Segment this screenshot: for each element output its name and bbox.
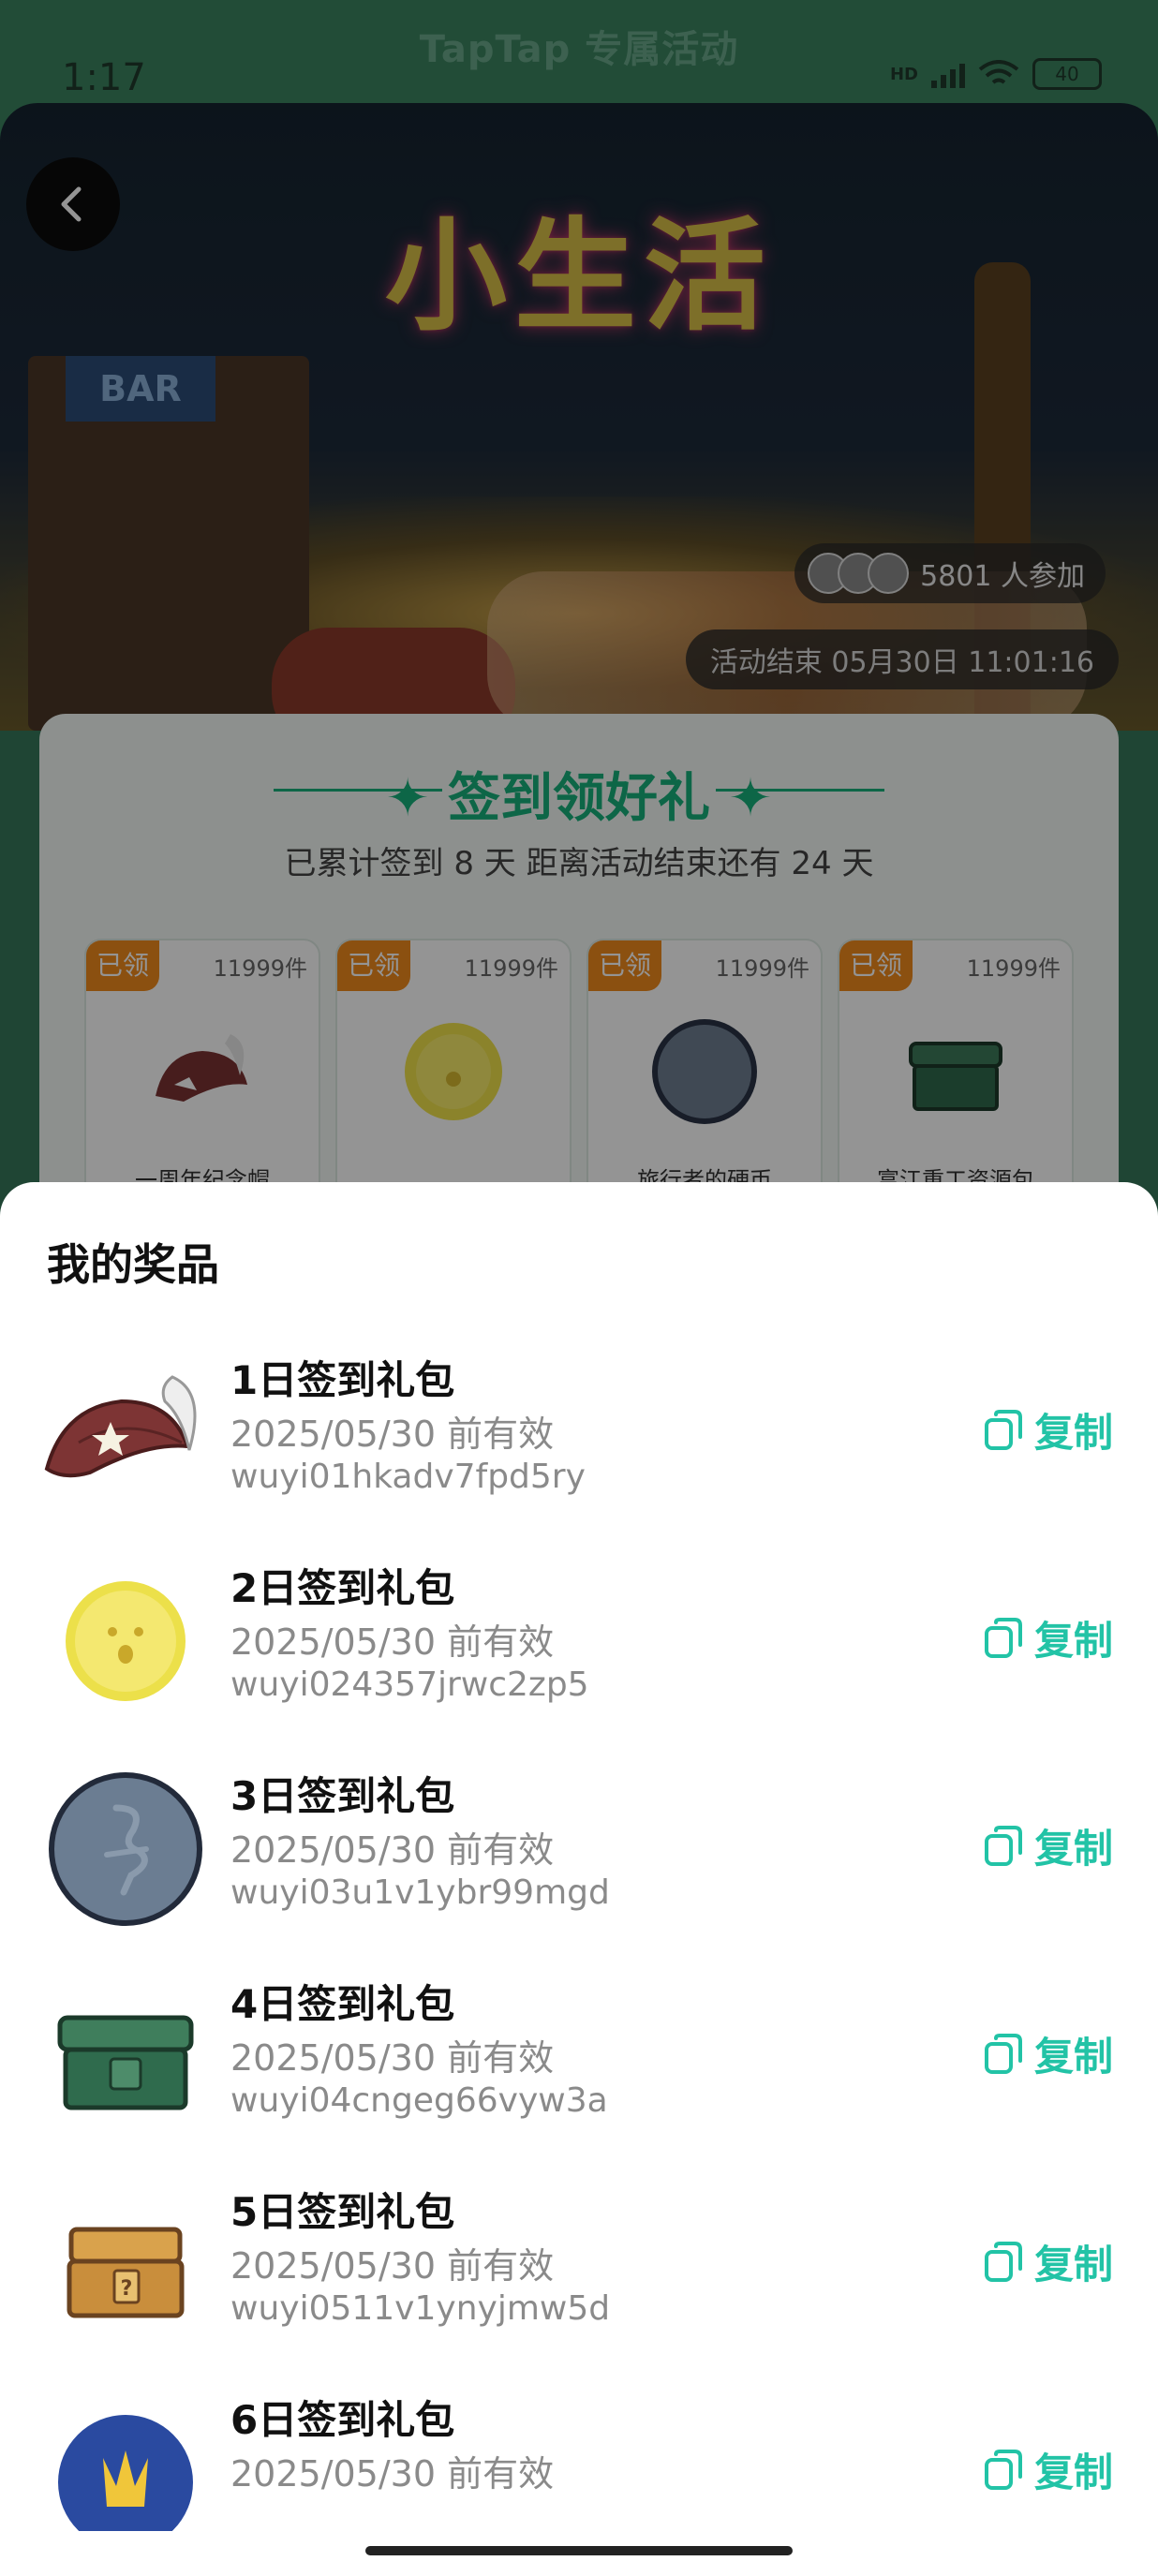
copy-icon — [984, 1409, 1022, 1450]
copy-button[interactable]: 复制 — [984, 1817, 1113, 1874]
copy-label: 复制 — [1033, 2242, 1113, 2287]
copy-button[interactable]: 复制 — [984, 2025, 1113, 2082]
home-indicator[interactable] — [365, 2546, 793, 2555]
svg-text:?: ? — [121, 2277, 133, 2301]
copy-button[interactable]: 复制 — [984, 1401, 1113, 1458]
prize-validity: 2025/05/30 前有效 — [230, 2453, 555, 2495]
prize-validity: 2025/05/30 前有效 — [230, 1414, 555, 1455]
hat-icon — [44, 1375, 197, 1478]
copy-label: 复制 — [1033, 1618, 1113, 1664]
prize-item: 2日签到礼包 2025/05/30 前有效 wuyi024357jrwc2zp5… — [0, 1538, 1158, 1746]
copy-button[interactable]: 复制 — [984, 2441, 1113, 2498]
copy-button[interactable]: 复制 — [984, 2233, 1113, 2290]
copy-icon — [984, 2241, 1022, 2282]
gold-coin-icon — [66, 1581, 186, 1701]
prize-code: wuyi0511v1ynyjmw5d — [230, 2289, 611, 2328]
copy-icon — [984, 2449, 1022, 2490]
prize-validity: 2025/05/30 前有效 — [230, 1829, 555, 1871]
prize-item: 1日签到礼包 2025/05/30 前有效 wuyi01hkadv7fpd5ry… — [0, 1330, 1158, 1538]
treasure-box-icon: ? — [67, 2227, 185, 2318]
green-chest-icon — [57, 2015, 194, 2110]
copy-button[interactable]: 复制 — [984, 1609, 1113, 1666]
copy-label: 复制 — [1033, 1826, 1113, 1872]
prize-validity: 2025/05/30 前有效 — [230, 2245, 555, 2287]
prize-item: 6日签到礼包 2025/05/30 前有效 复制 — [0, 2370, 1158, 2531]
prize-name: 6日签到礼包 — [230, 2397, 455, 2443]
prize-item: ? 5日签到礼包 2025/05/30 前有效 wuyi0511v1ynyjmw… — [0, 2162, 1158, 2370]
prize-code: wuyi04cngeg66vyw3a — [230, 2081, 608, 2120]
copy-icon — [984, 1825, 1022, 1866]
silver-coin-icon — [49, 1772, 202, 1926]
prize-name: 4日签到礼包 — [230, 1981, 455, 2027]
prize-validity: 2025/05/30 前有效 — [230, 1621, 555, 1663]
copy-label: 复制 — [1033, 2450, 1113, 2495]
prize-code: wuyi01hkadv7fpd5ry — [230, 1458, 586, 1496]
copy-icon — [984, 1617, 1022, 1658]
prize-code: wuyi024357jrwc2zp5 — [230, 1666, 589, 1704]
prize-name: 3日签到礼包 — [230, 1773, 455, 1819]
copy-label: 复制 — [1033, 1410, 1113, 1456]
prize-item: 4日签到礼包 2025/05/30 前有效 wuyi04cngeg66vyw3a… — [0, 1954, 1158, 2162]
copy-icon — [984, 2033, 1022, 2074]
prize-code: wuyi03u1v1ybr99mgd — [230, 1873, 610, 1912]
prize-item: 3日签到礼包 2025/05/30 前有效 wuyi03u1v1ybr99mgd… — [0, 1746, 1158, 1954]
prize-name: 1日签到礼包 — [230, 1357, 455, 1403]
prize-name: 5日签到礼包 — [230, 2189, 455, 2235]
sheet-title: 我的奖品 — [47, 1239, 219, 1290]
prize-name: 2日签到礼包 — [230, 1565, 455, 1611]
prize-validity: 2025/05/30 前有效 — [230, 2037, 555, 2079]
trident-badge-icon — [58, 2415, 193, 2531]
copy-label: 复制 — [1033, 2034, 1113, 2080]
my-prizes-sheet: 我的奖品 1日签到礼包 2025/05/30 前有效 wuyi01hkadv7f… — [0, 1182, 1158, 2576]
